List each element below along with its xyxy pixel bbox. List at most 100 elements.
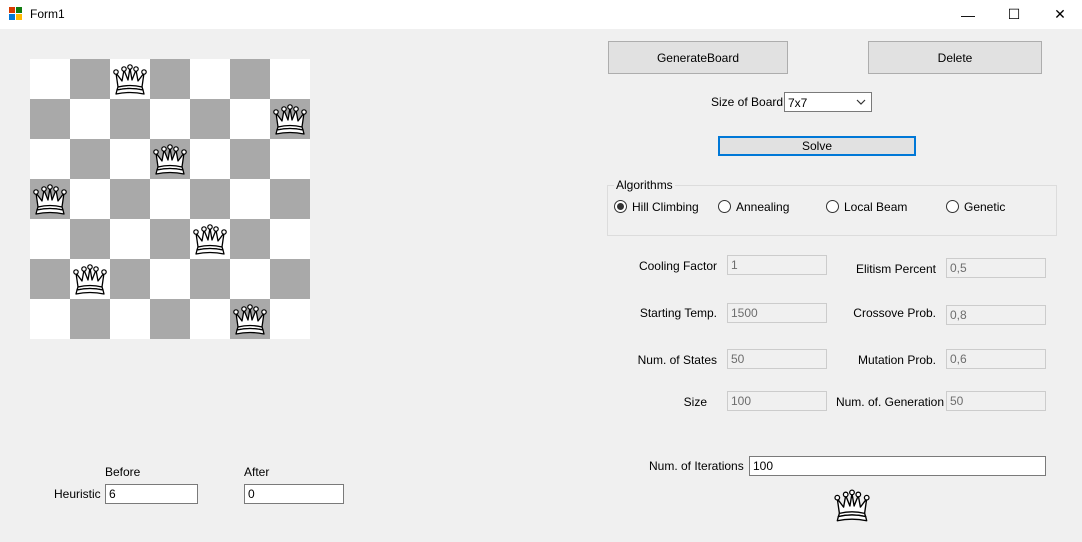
- board-cell: [70, 259, 110, 299]
- board-cell: [70, 139, 110, 179]
- app-icon: [9, 7, 23, 21]
- radio-genetic[interactable]: [946, 200, 959, 213]
- board-cell: [30, 299, 70, 339]
- radio-annealing-label: Annealing: [736, 200, 790, 214]
- board-cell: [230, 259, 270, 299]
- queen-icon: [270, 99, 310, 139]
- radio-annealing[interactable]: [718, 200, 731, 213]
- board-cell: [190, 299, 230, 339]
- title-bar: Form1 — ☐ ✕: [0, 0, 1082, 29]
- num-generation-label: Num. of. Generation: [835, 395, 944, 409]
- board-cell: [30, 139, 70, 179]
- board-cell: [190, 259, 230, 299]
- delete-button[interactable]: Delete: [868, 41, 1042, 74]
- board-cell: [150, 179, 190, 219]
- board-cell: [190, 59, 230, 99]
- board-cell: [110, 259, 150, 299]
- board-cell: [230, 299, 270, 339]
- queen-image: [831, 484, 873, 526]
- starting-temp-field[interactable]: 1500: [727, 303, 827, 323]
- board-cell: [70, 59, 110, 99]
- board-cell: [30, 99, 70, 139]
- mutation-prob-label: Mutation Prob.: [857, 353, 936, 367]
- board-cell: [110, 99, 150, 139]
- elitism-percent-label: Elitism Percent: [855, 262, 936, 276]
- after-label: After: [244, 465, 270, 479]
- elitism-percent-field[interactable]: 0,5: [946, 258, 1046, 278]
- radio-hill-climbing[interactable]: [614, 200, 627, 213]
- queen-icon: [150, 139, 190, 179]
- size-of-board-value: 7x7: [788, 96, 808, 110]
- cooling-factor-field[interactable]: 1: [727, 255, 827, 275]
- board-cell: [270, 219, 310, 259]
- solve-button[interactable]: Solve: [718, 136, 916, 156]
- crossover-prob-field[interactable]: 0,8: [946, 305, 1046, 325]
- board-cell: [230, 219, 270, 259]
- size-of-board-select[interactable]: 7x7: [784, 92, 872, 112]
- queen-icon: [30, 179, 70, 219]
- board-cell: [110, 219, 150, 259]
- queen-icon: [190, 219, 230, 259]
- iterations-label: Num. of Iterations: [649, 459, 744, 473]
- board-cell: [230, 179, 270, 219]
- board-cell: [270, 179, 310, 219]
- radio-hill-climbing-label: Hill Climbing: [632, 200, 699, 214]
- size-field[interactable]: 100: [727, 391, 827, 411]
- queen-icon: [110, 59, 150, 99]
- close-button[interactable]: ✕: [1037, 0, 1082, 29]
- radio-local-beam[interactable]: [826, 200, 839, 213]
- queen-icon: [70, 259, 110, 299]
- board-cell: [270, 59, 310, 99]
- board-cell: [230, 99, 270, 139]
- num-states-label: Num. of States: [637, 353, 717, 367]
- board-cell: [270, 259, 310, 299]
- board-cell: [70, 219, 110, 259]
- starting-temp-label: Starting Temp.: [639, 306, 717, 320]
- board-cell: [230, 139, 270, 179]
- board-cell: [150, 259, 190, 299]
- algorithms-title: Algorithms: [614, 178, 675, 192]
- board-cell: [270, 299, 310, 339]
- size-of-board-label: Size of Board: [711, 95, 784, 109]
- board-cell: [70, 179, 110, 219]
- heuristic-label: Heuristic: [54, 487, 101, 501]
- cooling-factor-label: Cooling Factor: [638, 259, 717, 273]
- board-cell: [110, 299, 150, 339]
- num-generation-field[interactable]: 50: [946, 391, 1046, 411]
- size-label: Size: [683, 395, 707, 409]
- iterations-field[interactable]: 100: [749, 456, 1046, 476]
- radio-local-beam-label: Local Beam: [844, 200, 908, 214]
- before-label: Before: [105, 465, 141, 479]
- board-cell: [110, 179, 150, 219]
- board-cell: [270, 139, 310, 179]
- board-cell: [30, 179, 70, 219]
- board-cell: [70, 299, 110, 339]
- chess-board: [30, 59, 310, 339]
- mutation-prob-field[interactable]: 0,6: [946, 349, 1046, 369]
- board-cell: [190, 219, 230, 259]
- queen-icon: [230, 299, 270, 339]
- board-cell: [30, 219, 70, 259]
- board-cell: [190, 99, 230, 139]
- heuristic-before-field[interactable]: 6: [105, 484, 198, 504]
- window-title: Form1: [30, 7, 65, 21]
- heuristic-after-field[interactable]: 0: [244, 484, 344, 504]
- board-cell: [110, 59, 150, 99]
- board-cell: [190, 139, 230, 179]
- board-cell: [150, 139, 190, 179]
- board-cell: [30, 259, 70, 299]
- num-states-field[interactable]: 50: [727, 349, 827, 369]
- board-cell: [150, 299, 190, 339]
- radio-genetic-label: Genetic: [964, 200, 1006, 214]
- minimize-button[interactable]: —: [945, 0, 991, 29]
- board-cell: [70, 99, 110, 139]
- board-cell: [190, 179, 230, 219]
- crossover-prob-label: Crossove Prob.: [853, 306, 936, 320]
- board-cell: [270, 99, 310, 139]
- chevron-down-icon: [856, 99, 866, 105]
- board-cell: [150, 59, 190, 99]
- generate-board-button[interactable]: GenerateBoard: [608, 41, 788, 74]
- board-cell: [230, 59, 270, 99]
- board-cell: [30, 59, 70, 99]
- maximize-button[interactable]: ☐: [991, 0, 1037, 29]
